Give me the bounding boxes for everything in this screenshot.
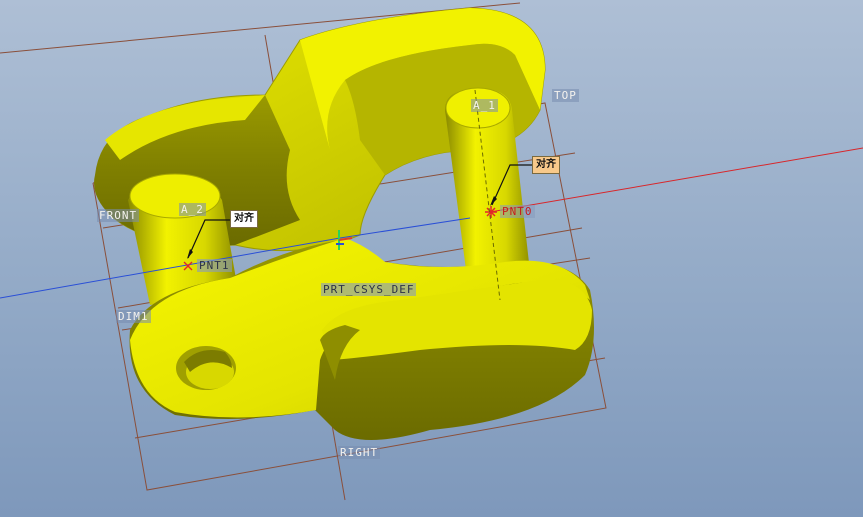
cad-scene[interactable] xyxy=(0,0,863,517)
axis-a2-label[interactable]: A_2 xyxy=(179,203,206,216)
datum-top-label[interactable]: TOP xyxy=(552,89,579,102)
point-pnt1-label[interactable]: PNT1 xyxy=(197,259,232,272)
datum-front-label[interactable]: FRONT xyxy=(97,209,140,222)
point-pnt0-label[interactable]: PNT0 xyxy=(500,205,535,218)
align-constraint-tag[interactable]: 对齐 xyxy=(532,156,560,174)
model-viewport[interactable]: FRONT TOP RIGHT A_1 A_2 PNT0 PNT1 PRT_CS… xyxy=(0,0,863,517)
axis-a1-label[interactable]: A_1 xyxy=(471,99,498,112)
csys-label[interactable]: PRT_CSYS_DEF xyxy=(321,283,417,296)
dimension-label[interactable]: DIM1 xyxy=(116,310,151,323)
align-constraint-tag[interactable]: 对齐 xyxy=(230,210,258,228)
datum-right-label[interactable]: RIGHT xyxy=(338,446,381,459)
